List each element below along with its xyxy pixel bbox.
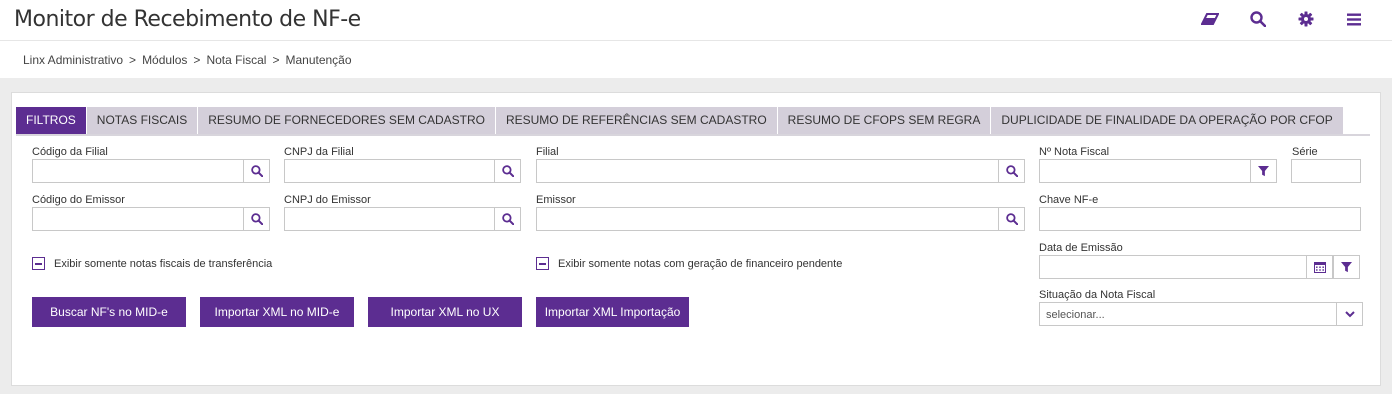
financeiro-pendente-checkbox[interactable]: Exibir somente notas com geração de fina…	[536, 257, 842, 270]
transferencia-checkbox[interactable]: Exibir somente notas fiscais de transfer…	[32, 257, 272, 270]
filial-search-button[interactable]	[998, 159, 1025, 183]
search-icon	[250, 165, 263, 177]
search-icon	[1005, 165, 1018, 177]
importar-xml-mide-button[interactable]: Importar XML no MID-e	[200, 297, 354, 327]
nota-fiscal-label: Nº Nota Fiscal	[1039, 146, 1110, 158]
data-emissao-field[interactable]	[1039, 255, 1360, 279]
chave-nfe-label: Chave NF-e	[1039, 194, 1099, 206]
cnpj-emissor-label: CNPJ do Emissor	[284, 194, 371, 206]
tab-bar: FILTROS NOTAS FISCAIS RESUMO DE FORNECED…	[16, 107, 1370, 136]
cnpj-emissor-search-button[interactable]	[494, 207, 521, 231]
tab-resumo-fornecedores[interactable]: RESUMO DE FORNECEDORES SEM CADASTRO	[198, 107, 496, 134]
breadcrumb-separator: >	[129, 53, 137, 67]
importar-xml-ux-button[interactable]: Importar XML no UX	[368, 297, 522, 327]
situacao-dropdown-toggle[interactable]	[1336, 302, 1363, 326]
chave-nfe-input[interactable]	[1040, 208, 1360, 230]
page-title: Monitor de Recebimento de NF-e	[14, 7, 361, 32]
importar-xml-importacao-button[interactable]: Importar XML Importação	[536, 297, 689, 327]
breadcrumb: Linx Administrativo > Módulos > Nota Fiscal >…	[23, 53, 352, 67]
breadcrumb-item[interactable]: Módulos	[142, 53, 187, 67]
codigo-filial-field[interactable]	[32, 159, 270, 183]
search-icon[interactable]	[1234, 9, 1282, 29]
situacao-select[interactable]: selecionar...	[1039, 302, 1363, 326]
chave-nfe-field[interactable]	[1039, 207, 1361, 231]
tab-filtros[interactable]: FILTROS	[16, 107, 87, 134]
toolbar	[1186, 9, 1378, 29]
eraser-icon[interactable]	[1186, 9, 1234, 29]
serie-input[interactable]	[1292, 160, 1360, 182]
search-icon	[501, 213, 514, 225]
calendar-icon	[1313, 262, 1326, 273]
filter-icon	[1341, 261, 1352, 272]
situacao-select-value: selecionar...	[1046, 309, 1105, 321]
emissor-search-button[interactable]	[998, 207, 1025, 231]
search-icon	[501, 165, 514, 177]
emissor-input[interactable]	[537, 208, 998, 230]
codigo-filial-label: Código da Filial	[32, 146, 108, 158]
buscar-nfs-button[interactable]: Buscar NF's no MID-e	[32, 297, 186, 327]
menu-icon[interactable]	[1330, 9, 1378, 29]
codigo-filial-input[interactable]	[33, 160, 243, 182]
data-emissao-filter-button[interactable]	[1333, 255, 1360, 279]
filial-field[interactable]	[536, 159, 1025, 183]
nota-fiscal-field[interactable]	[1039, 159, 1277, 183]
filial-input[interactable]	[537, 160, 998, 182]
checkbox-indeterminate-icon[interactable]	[32, 257, 45, 270]
nota-fiscal-input[interactable]	[1040, 160, 1250, 182]
cnpj-filial-input[interactable]	[285, 160, 494, 182]
breadcrumb-item[interactable]: Linx Administrativo	[23, 53, 123, 67]
breadcrumb-item: Manutenção	[285, 53, 352, 67]
codigo-filial-search-button[interactable]	[243, 159, 270, 183]
calendar-button[interactable]	[1306, 255, 1333, 279]
data-emissao-label: Data de Emissão	[1039, 242, 1123, 254]
tab-notas-fiscais[interactable]: NOTAS FISCAIS	[86, 107, 199, 134]
chevron-down-icon	[1344, 310, 1355, 317]
data-emissao-input[interactable]	[1040, 256, 1306, 278]
codigo-emissor-label: Código do Emissor	[32, 194, 125, 206]
breadcrumb-bar: Linx Administrativo > Módulos > Nota Fiscal >…	[0, 41, 1392, 78]
gear-icon[interactable]	[1282, 9, 1330, 29]
tab-resumo-cfops[interactable]: RESUMO DE CFOPS SEM REGRA	[777, 107, 992, 134]
breadcrumb-item[interactable]: Nota Fiscal	[206, 53, 266, 67]
top-bar: Monitor de Recebimento de NF-e	[0, 0, 1392, 41]
emissor-field[interactable]	[536, 207, 1025, 231]
breadcrumb-separator: >	[272, 53, 280, 67]
filial-label: Filial	[536, 146, 559, 158]
financeiro-pendente-checkbox-label: Exibir somente notas com geração de fina…	[558, 257, 843, 270]
nota-fiscal-filter-button[interactable]	[1250, 159, 1277, 183]
cnpj-filial-label: CNPJ da Filial	[284, 146, 354, 158]
breadcrumb-separator: >	[193, 53, 201, 67]
situacao-label: Situação da Nota Fiscal	[1039, 289, 1156, 301]
checkbox-indeterminate-icon[interactable]	[536, 257, 549, 270]
transferencia-checkbox-label: Exibir somente notas fiscais de transfer…	[54, 257, 273, 270]
cnpj-filial-search-button[interactable]	[494, 159, 521, 183]
cnpj-emissor-field[interactable]	[284, 207, 521, 231]
emissor-label: Emissor	[536, 194, 576, 206]
serie-label: Série	[1292, 146, 1318, 158]
cnpj-emissor-input[interactable]	[285, 208, 494, 230]
codigo-emissor-search-button[interactable]	[243, 207, 270, 231]
search-icon	[250, 213, 263, 225]
filter-icon	[1258, 165, 1269, 176]
tab-resumo-referencias[interactable]: RESUMO DE REFERÊNCIAS SEM CADASTRO	[495, 107, 778, 134]
cnpj-filial-field[interactable]	[284, 159, 521, 183]
codigo-emissor-input[interactable]	[33, 208, 243, 230]
codigo-emissor-field[interactable]	[32, 207, 270, 231]
tab-duplicidade-finalidade[interactable]: DUPLICIDADE DE FINALIDADE DA OPERAÇÃO PO…	[991, 107, 1344, 134]
search-icon	[1005, 213, 1018, 225]
filters-panel: FILTROS NOTAS FISCAIS RESUMO DE FORNECED…	[11, 92, 1381, 386]
serie-field[interactable]	[1291, 159, 1361, 183]
